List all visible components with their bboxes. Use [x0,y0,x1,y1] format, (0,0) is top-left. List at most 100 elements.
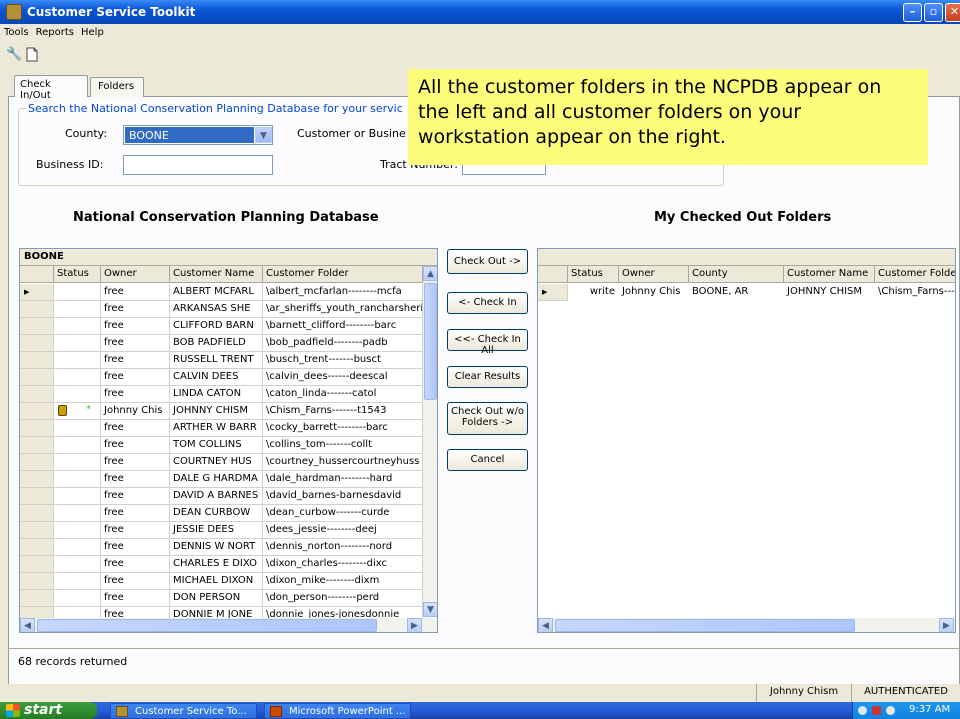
check-out-without-folders-line1: Check Out w/o [451,406,524,417]
table-row[interactable]: * Johnny Chis JOHNNY CHISM \Chism_Farns----… [20,403,423,420]
customer-name-cell: BOB PADFIELD [170,335,263,352]
minimize-button[interactable]: – [903,3,922,22]
grid-caption: BOONE [20,249,437,266]
chevron-down-icon[interactable]: ▼ [255,127,272,143]
row-header[interactable] [20,522,54,539]
customer-name-cell: JOHNNY CHISM [170,403,263,420]
col-customer-folder[interactable]: Customer Folder [263,266,423,283]
tab-check-in-out[interactable]: Check In/Out [14,75,88,101]
customer-folder-cell: \calvin_dees------deescal [263,369,423,386]
menu-reports[interactable]: Reports [32,24,77,38]
table-row[interactable]: free DEAN CURBOW \dean_curbow-------curde [20,505,423,522]
row-header[interactable] [20,369,54,386]
row-header[interactable] [20,318,54,335]
table-row[interactable]: free DON PERSON \don_person--------perd [20,590,423,607]
col-owner[interactable]: Owner [619,266,689,283]
row-header[interactable] [20,539,54,556]
scroll-right-icon[interactable]: ▶ [939,618,954,632]
row-header[interactable] [20,386,54,403]
row-header[interactable]: ▶ [538,284,568,301]
row-header[interactable] [20,335,54,352]
check-out-button[interactable]: Check Out -> [447,249,528,274]
row-header[interactable] [20,471,54,488]
checked-out-grid[interactable]: Status Owner County Customer Name Custom… [537,248,956,633]
scroll-up-icon[interactable]: ▲ [423,266,437,281]
new-document-icon[interactable] [24,47,40,63]
cancel-button[interactable]: Cancel [447,449,528,471]
menu-tools[interactable]: Tools [0,24,32,38]
customer-folder-cell: \Chism_Farns----- [878,286,956,297]
scroll-left-icon[interactable]: ◀ [538,618,553,632]
col-status[interactable]: Status [54,266,101,283]
tab-folders[interactable]: Folders [90,77,144,97]
table-row[interactable]: free COURTNEY HUS \courtney_hussercourtney… [20,454,423,471]
table-row[interactable]: ▶ free ALBERT MCFARL \albert_mcfarlan------… [20,284,423,301]
county-select[interactable]: BOONE ▼ [123,125,273,145]
menu-help[interactable]: Help [77,24,107,38]
vertical-scrollbar[interactable]: ▲ ▼ [423,266,437,617]
customer-name-cell: DENNIS W NORT [170,539,263,556]
business-id-field[interactable] [123,155,273,175]
col-customer-folder[interactable]: Customer Folder [875,266,955,283]
scroll-right-icon[interactable]: ▶ [407,618,422,632]
row-header[interactable] [20,573,54,590]
row-header[interactable] [20,437,54,454]
row-header[interactable] [20,590,54,607]
table-row[interactable]: free DAVID A BARNES \david_barnes-barnesda… [20,488,423,505]
table-row[interactable]: free RUSSELL TRENT \busch_trent-------busc… [20,352,423,369]
clear-results-button[interactable]: Clear Results [447,366,528,388]
table-row[interactable]: free TOM COLLINS \collins_tom-------collt [20,437,423,454]
customer-name-cell: MICHAEL DIXON [170,573,263,590]
table-row[interactable]: free DENNIS W NORT \dennis_norton--------n… [20,539,423,556]
col-owner[interactable]: Owner [101,266,170,283]
right-horizontal-scrollbar[interactable]: ◀ ▶ [538,618,955,632]
security-icon[interactable] [872,706,881,715]
table-row[interactable]: free CLIFFORD BARN \barnett_clifford------… [20,318,423,335]
table-row[interactable]: free ARKANSAS SHE \ar_sheriffs_youth_ranch… [20,301,423,318]
table-row[interactable]: free DALE G HARDMA \dale_hardman--------ha… [20,471,423,488]
horizontal-scrollbar[interactable]: ◀ ▶ [20,618,437,632]
status-user: Johnny Chism [756,684,851,702]
maximize-button[interactable]: ▫ [924,3,943,22]
network-icon[interactable] [858,706,867,715]
check-in-all-button[interactable]: <<- Check In All [447,329,528,356]
task-powerpoint[interactable]: Microsoft PowerPoint ... [264,703,411,719]
table-row[interactable]: free CHARLES E DIXO \dixon_charles--------… [20,556,423,573]
col-customer-name[interactable]: Customer Name [170,266,263,283]
tray-app-icon[interactable] [886,706,895,715]
status-cell [54,301,101,318]
table-row[interactable]: free CALVIN DEES \calvin_dees------deescal [20,369,423,386]
table-row[interactable]: free JESSIE DEES \dees_jessie--------deej [20,522,423,539]
col-customer-name[interactable]: Customer Name [784,266,875,283]
row-header[interactable] [20,488,54,505]
col-county[interactable]: County [689,266,784,283]
row-header[interactable] [20,454,54,471]
check-in-button[interactable]: <- Check In [447,292,528,314]
customer-folder-cell: \cocky_barrett--------barc [263,420,423,437]
task-customer-service[interactable]: Customer Service To... [110,703,257,719]
close-button[interactable]: ✕ [945,3,960,22]
row-header[interactable] [20,505,54,522]
row-header[interactable] [20,556,54,573]
row-header[interactable]: ▶ [20,284,54,301]
scroll-left-icon[interactable]: ◀ [20,618,35,632]
scroll-thumb[interactable] [424,283,437,400]
row-header[interactable] [20,420,54,437]
hscroll-thumb[interactable] [37,619,377,632]
table-row[interactable]: free ARTHER W BARR \cocky_barrett--------b… [20,420,423,437]
row-header[interactable] [20,301,54,318]
check-out-without-folders-button[interactable]: Check Out w/o Folders -> [447,402,528,435]
scroll-down-icon[interactable]: ▼ [423,602,437,617]
wrench-icon[interactable]: 🔧 [6,47,22,63]
ncpdb-title: National Conservation Planning Database [73,210,379,225]
ncpdb-grid[interactable]: BOONE Status Owner Customer Name Custome… [19,248,438,633]
table-row[interactable]: free MICHAEL DIXON \dixon_mike--------dixm [20,573,423,590]
county-label: County: [65,127,108,140]
row-header[interactable] [20,352,54,369]
hscroll-thumb[interactable] [555,619,855,632]
table-row[interactable]: free LINDA CATON \caton_linda-------catol [20,386,423,403]
col-status[interactable]: Status [568,266,619,283]
row-header[interactable] [20,403,54,420]
table-row[interactable]: free BOB PADFIELD \bob_padfield--------pad… [20,335,423,352]
table-row[interactable]: ▶ write Johnny Chis BOONE, AR JOHNNY CHISM \C… [538,284,956,301]
